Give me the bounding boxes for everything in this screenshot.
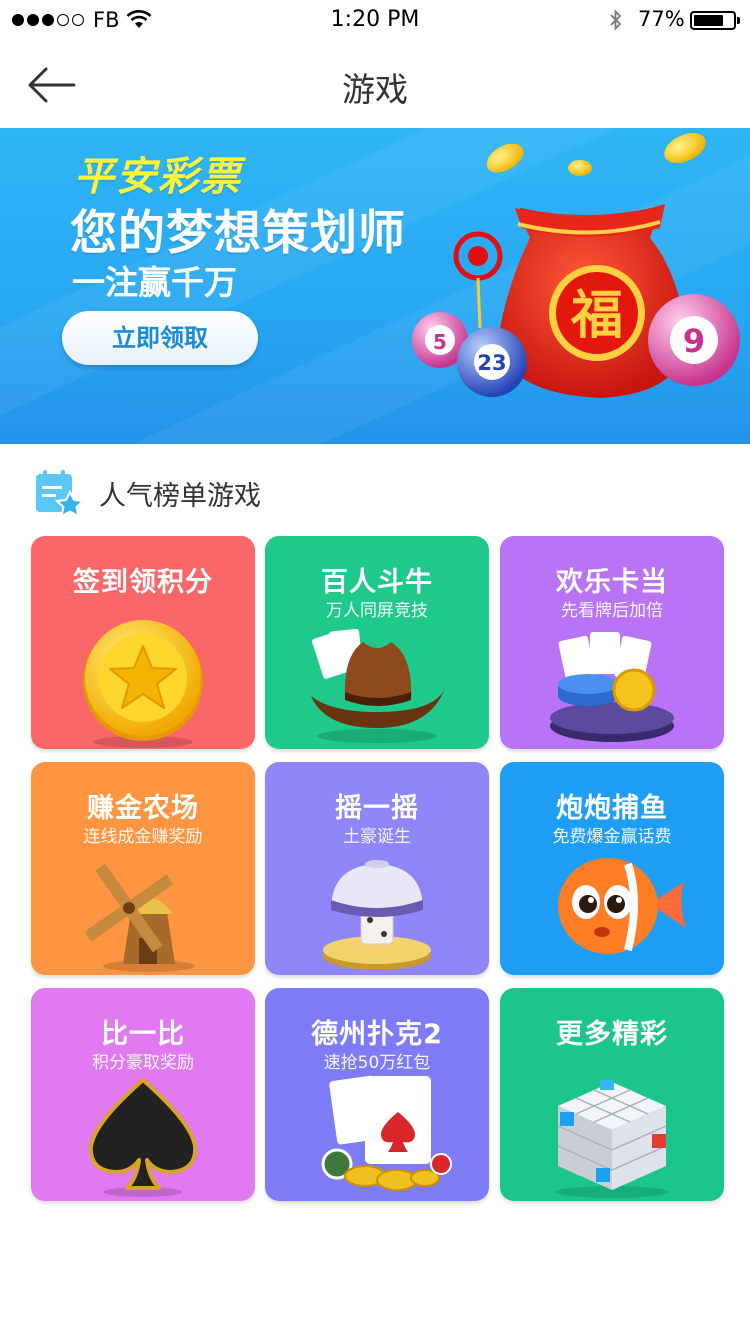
game-card-texas-poker[interactable]: 德州扑克2 速抢50万红包: [265, 988, 489, 1201]
poker-chips-icon: [550, 632, 674, 742]
game-card-more[interactable]: 更多精彩: [500, 988, 724, 1201]
game-title: 德州扑克2: [311, 1019, 443, 1050]
playing-cards-icon: [321, 1075, 452, 1191]
section-header: 人气榜单游戏: [0, 444, 750, 536]
game-title: 摇一摇: [335, 793, 419, 824]
windmill-icon: [84, 863, 195, 972]
spade-icon: [88, 1078, 198, 1197]
battery-icon: [690, 11, 740, 30]
section-title: 人气榜单游戏: [99, 481, 261, 512]
game-title: 比一比: [101, 1019, 185, 1050]
bag-character: 福: [570, 285, 623, 346]
lucky-bag-icon: 福 5 23 9: [412, 132, 740, 398]
game-card-compare[interactable]: 比一比 积分豪取奖励: [31, 988, 255, 1201]
bluetooth-icon: [610, 9, 622, 31]
game-grid: 签到领积分 百人斗牛 万人同屏竞技 欢乐卡当 先看牌后加倍 赚金农场 连线成金赚…: [31, 536, 724, 1206]
game-card-farm[interactable]: 赚金农场 连线成金赚奖励: [31, 762, 255, 975]
game-card-kadang[interactable]: 欢乐卡当 先看牌后加倍: [500, 536, 724, 749]
cube-icon: [556, 1080, 668, 1198]
ball-number: 9: [683, 322, 705, 360]
fish-icon: [558, 858, 686, 954]
game-title: 赚金农场: [87, 793, 199, 824]
game-title: 欢乐卡当: [556, 567, 668, 598]
game-card-checkin[interactable]: 签到领积分: [31, 536, 255, 749]
nav-bar: 游戏: [0, 40, 750, 128]
page-title: 游戏: [342, 70, 408, 109]
game-title: 更多精彩: [556, 1019, 668, 1050]
ball-number: 23: [477, 351, 506, 375]
cowboy-hat-icon: [311, 628, 445, 743]
game-title: 炮炮捕鱼: [556, 793, 668, 824]
game-title: 百人斗牛: [321, 567, 433, 598]
game-card-niuniu[interactable]: 百人斗牛 万人同屏竞技: [265, 536, 489, 749]
star-coin-icon: [83, 620, 203, 748]
status-bar: FB 1:20 PM 77%: [0, 0, 750, 40]
game-card-fishing[interactable]: 炮炮捕鱼 免费爆金赢话费: [500, 762, 724, 975]
banner-headline: 您的梦想策划师: [70, 206, 406, 261]
dice-cup-icon: [323, 860, 431, 970]
ball-number: 5: [433, 330, 447, 354]
banner-subline: 一注赢千万: [72, 263, 237, 302]
claim-now-button[interactable]: 立即领取: [62, 311, 258, 365]
calendar-star-icon: [36, 470, 86, 518]
game-card-shake[interactable]: 摇一摇 土豪诞生: [265, 762, 489, 975]
battery-percent: 77%: [638, 7, 685, 31]
game-title: 签到领积分: [73, 567, 213, 598]
lottery-banner[interactable]: 平安彩票 您的梦想策划师 一注赢千万 立即领取 福 5 23 9: [0, 128, 750, 444]
